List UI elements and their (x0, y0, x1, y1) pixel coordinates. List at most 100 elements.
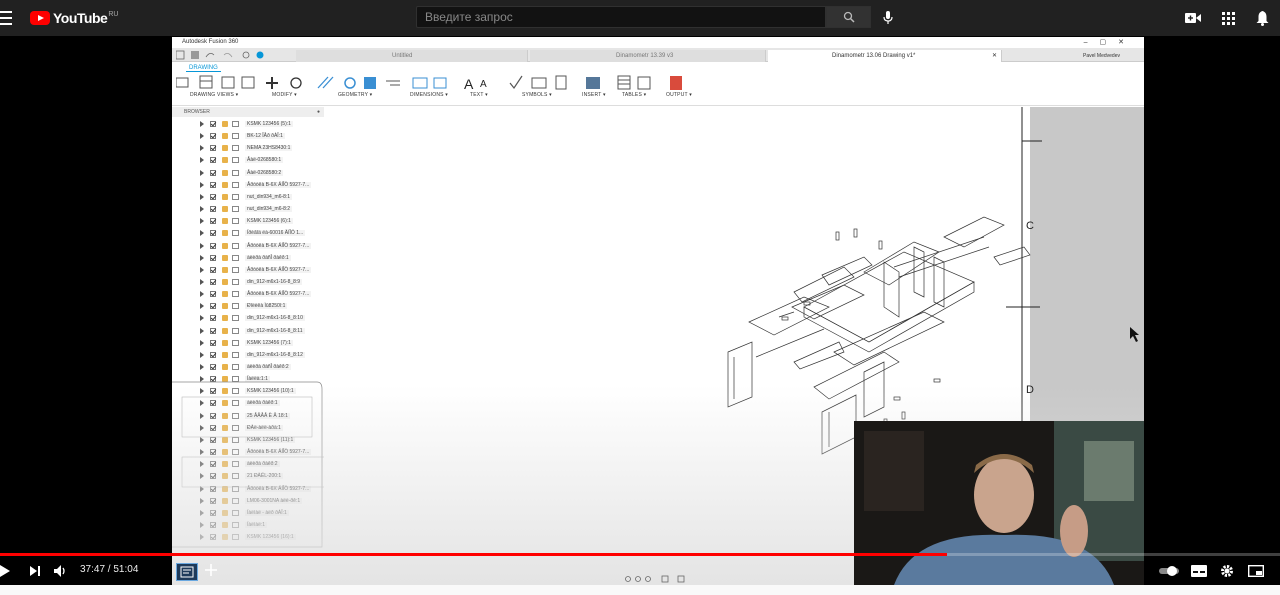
visibility-checkbox-icon (210, 315, 216, 322)
miniplayer-icon (1248, 565, 1264, 577)
browser-item-label: àëèðà ðàñÎ ðàêð:1 (245, 254, 291, 261)
browser-item: àëèðà ðàñÎ ðàêð:1 (200, 253, 291, 263)
expand-arrow-icon (200, 266, 204, 273)
settings-button[interactable] (1218, 562, 1236, 580)
link-icon (222, 193, 228, 200)
component-icon (232, 291, 239, 298)
link-icon (222, 181, 228, 188)
browser-item-label: KSMK 123456 (7):1 (245, 339, 293, 346)
link-icon (222, 145, 228, 152)
youtube-logo[interactable]: YouTube RU (30, 10, 118, 26)
fusion-title-bar: Autodesk Fusion 360 –▢✕ (172, 37, 1144, 48)
browser-item-label: Âðóòêà B-6X ÄÍÎÖ 5927-7... (245, 181, 312, 188)
component-icon (232, 133, 239, 140)
visibility-checkbox-icon (210, 291, 216, 298)
visibility-checkbox-icon (210, 339, 216, 346)
progress-bar[interactable] (0, 553, 1280, 556)
fusion-ribbon: DRAWING A A DRAWING VIEWS ▾ MODIFY ▾ GEO… (172, 62, 1144, 106)
microphone-icon (883, 11, 893, 24)
menu-icon[interactable] (0, 11, 12, 25)
next-button[interactable] (26, 562, 44, 580)
component-icon (232, 206, 239, 213)
link-icon (222, 291, 228, 298)
browser-item-label: Ðîëèêà Ìû8250î:1 (245, 303, 288, 310)
voice-search-button[interactable] (880, 8, 896, 28)
browser-item: àëèðà ðàñÎ ðàêð:2 (200, 362, 291, 372)
region-code: RU (108, 10, 119, 18)
fusion-sheet-thumbnail-button (176, 563, 198, 581)
expand-arrow-icon (200, 278, 204, 285)
video-camera-icon (1185, 13, 1201, 23)
component-icon (232, 315, 239, 322)
tab-dinamometr-model: Dinamometr 13.39 v3 (530, 50, 766, 62)
ribbon-group-modify: MODIFY ▾ (272, 92, 297, 98)
component-icon (232, 121, 239, 127)
link-icon (222, 315, 228, 322)
expand-arrow-icon (200, 303, 204, 310)
browser-item-label: àëèðà ðàñÎ ðàêð:2 (245, 364, 291, 370)
link-icon (222, 339, 228, 346)
browser-title: BROWSER (184, 109, 210, 115)
visibility-checkbox-icon (210, 145, 216, 152)
search-input[interactable] (416, 6, 826, 28)
expand-arrow-icon (200, 181, 204, 188)
browser-item: KSMK 123456 (7):1 (200, 338, 293, 348)
create-video-button[interactable] (1184, 9, 1202, 27)
apps-button[interactable] (1219, 9, 1237, 27)
link-icon (222, 218, 228, 225)
player-controls: 37:47 / 51:04 (0, 557, 1280, 585)
expand-arrow-icon (200, 315, 204, 322)
expand-arrow-icon (200, 206, 204, 213)
progress-played (0, 553, 948, 556)
notifications-button[interactable] (1253, 9, 1271, 27)
time-display: 37:47 / 51:04 (80, 564, 138, 575)
youtube-logo-text: YouTube (53, 10, 108, 26)
component-icon (232, 193, 239, 200)
apps-grid-icon (1221, 11, 1235, 25)
component-icon (232, 303, 239, 310)
component-icon (232, 181, 239, 188)
ribbon-group-symbols: SYMBOLS ▾ (522, 92, 552, 98)
visibility-checkbox-icon (210, 254, 216, 261)
expand-arrow-icon (200, 351, 204, 358)
total-time: 51:04 (113, 564, 139, 575)
video-player[interactable]: Autodesk Fusion 360 –▢✕ Untitled Dinamom… (0, 36, 1280, 585)
browser-item-label: NEMA 23HS8430:1 (245, 145, 293, 152)
svg-text:A: A (464, 76, 474, 91)
expand-arrow-icon (200, 327, 204, 334)
mute-button[interactable] (52, 562, 70, 580)
expand-arrow-icon (200, 242, 204, 249)
expand-arrow-icon (200, 157, 204, 164)
browser-item: din_912-m6x1-16-8_8:11 (200, 326, 305, 336)
ribbon-group-geometry: GEOMETRY ▾ (338, 92, 373, 98)
bell-icon (1256, 10, 1268, 26)
ribbon-group-output: OUTPUT ▾ (666, 92, 692, 98)
link-icon (222, 303, 228, 310)
fusion-app-title: Autodesk Fusion 360 (182, 39, 239, 45)
visibility-checkbox-icon (210, 266, 216, 273)
miniplayer-button[interactable] (1247, 562, 1265, 580)
ribbon-group-drawing-views: DRAWING VIEWS ▾ (190, 92, 239, 98)
browser-item: din_912-m6x1-16-8_8:10 (200, 313, 305, 323)
autoplay-toggle[interactable] (1158, 562, 1180, 580)
browser-item: Âàë-0268580:2 (200, 168, 284, 178)
search-button[interactable] (826, 6, 871, 28)
browser-item: Âðóòêà B-6X ÄÍÎÖ 5927-7... (200, 180, 312, 190)
youtube-masthead: YouTube RU (0, 0, 1280, 36)
browser-item-label: KSMK 123456 (5):1 (245, 121, 293, 127)
component-icon (232, 157, 239, 164)
browser-item-label: din_912-m6x1-16-8_8:12 (245, 351, 305, 358)
play-icon (0, 565, 10, 577)
browser-item: BK-12 ÎÂð ðÀÎ:1 (200, 131, 285, 141)
visibility-checkbox-icon (210, 351, 216, 358)
browser-item-label: Âðóòêà B-6X ÄÍÎÖ 5927-7... (245, 291, 312, 298)
add-sheet-button (204, 563, 218, 582)
browser-item: nut_din934_m6-8:1 (200, 192, 293, 202)
visibility-checkbox-icon (210, 206, 216, 213)
browser-item: Âàë-0268580:1 (200, 155, 284, 165)
browser-item: NEMA 23HS8430:1 (200, 143, 293, 153)
browser-item: din_912-m6x1-16-8_8:9 (200, 277, 303, 287)
subtitles-button[interactable] (1190, 562, 1208, 580)
sheet-thumbnail-icon (180, 566, 194, 578)
play-button[interactable] (0, 562, 14, 580)
